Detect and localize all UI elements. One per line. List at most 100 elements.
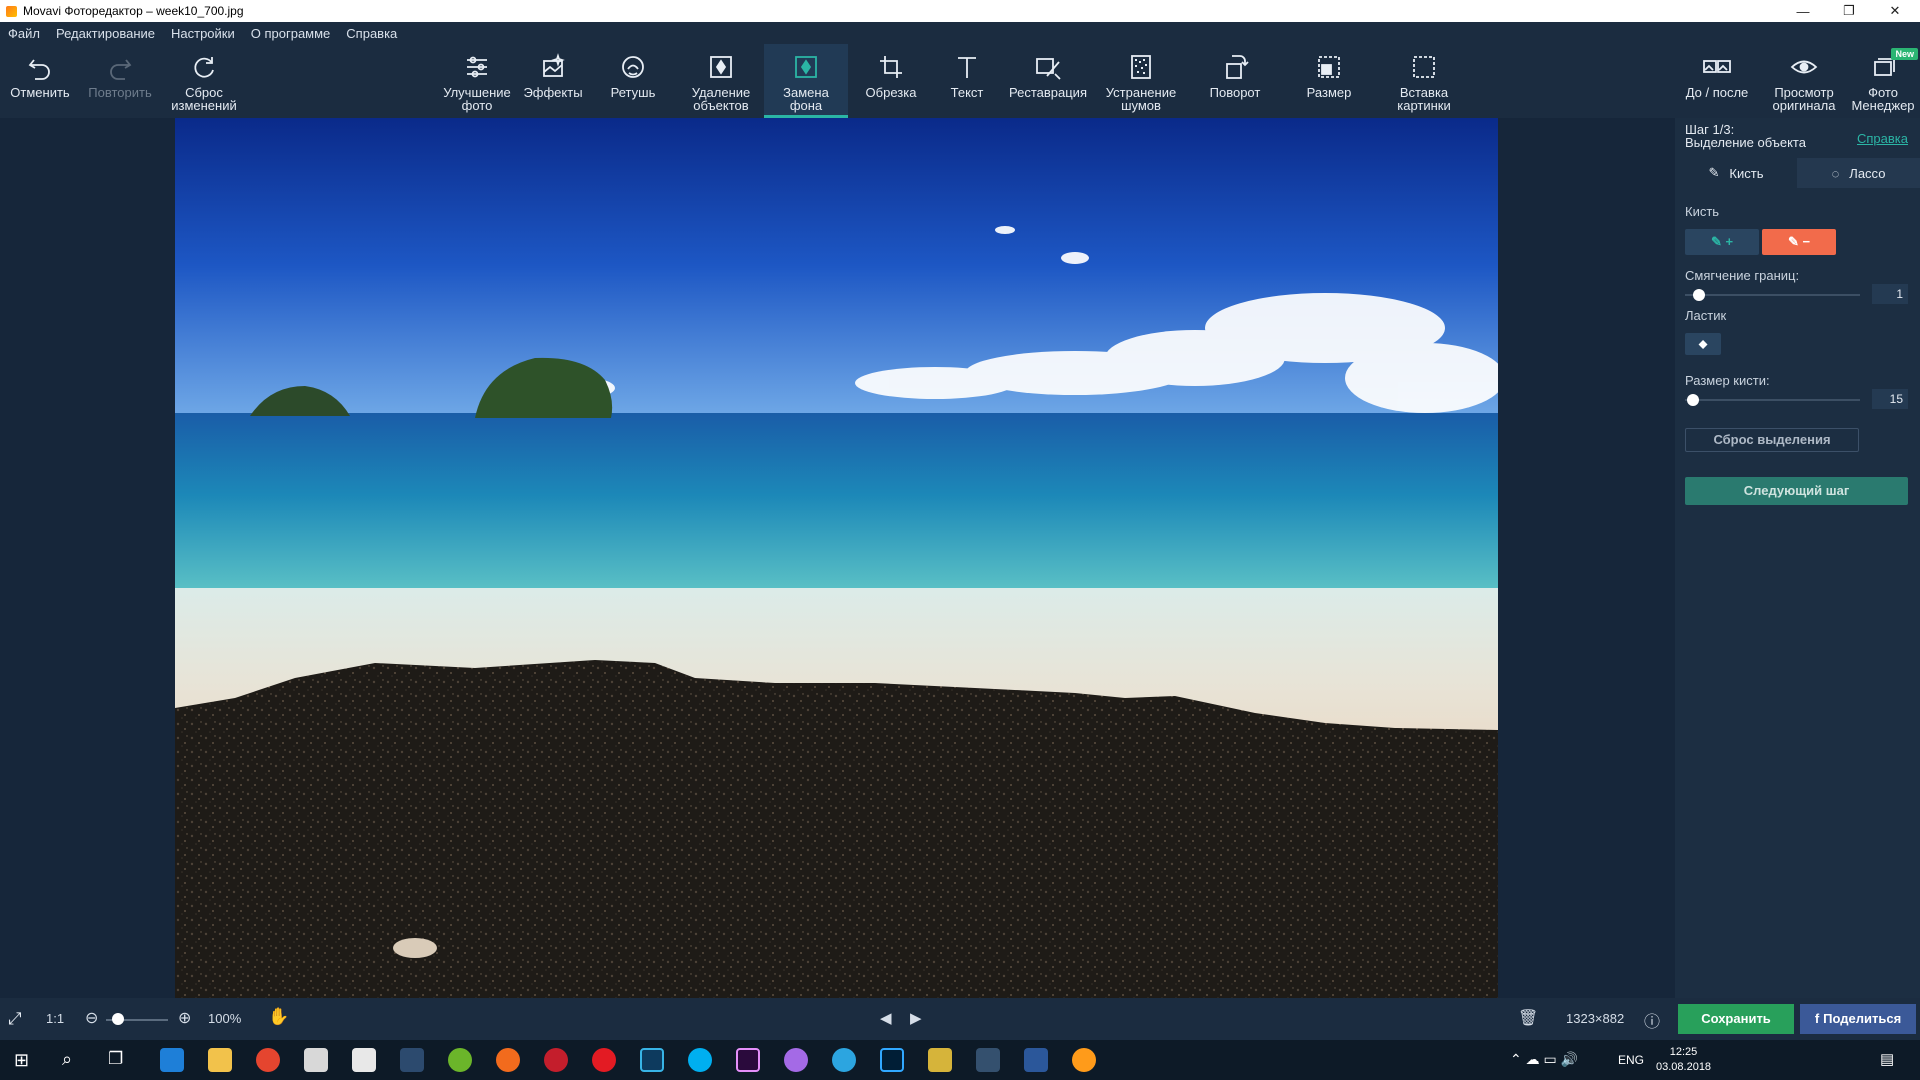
text-icon (958, 57, 976, 78)
reset-changes-button[interactable]: Сброс изменений (164, 44, 244, 118)
crop-icon (880, 56, 902, 78)
info-icon[interactable]: ⓘ (1644, 1008, 1660, 1032)
store-icon[interactable] (304, 1048, 328, 1072)
app-a-icon[interactable] (544, 1048, 568, 1072)
resize-button[interactable]: Размер (1290, 44, 1368, 118)
zoom-out-icon[interactable]: ⊖ (85, 1008, 98, 1028)
fit-to-screen-icon[interactable]: ⤢ (8, 1009, 22, 1029)
skype-icon[interactable] (688, 1048, 712, 1072)
brush-size-slider[interactable] (1685, 399, 1860, 401)
eye-icon (1790, 60, 1818, 74)
photoshop-icon[interactable] (880, 1048, 904, 1072)
view-original-button[interactable]: Просмотр оригинала (1764, 44, 1844, 118)
origin-icon[interactable] (496, 1048, 520, 1072)
photo-manager-label-2: Менеджер (1851, 98, 1915, 113)
reset-selection-button[interactable]: Сброс выделения (1685, 428, 1859, 452)
insert-picture-button[interactable]: Вставка картинки (1380, 44, 1468, 118)
mail-icon[interactable] (352, 1048, 376, 1072)
edge-icon[interactable] (160, 1048, 184, 1072)
zoom-slider-knob[interactable] (112, 1013, 124, 1025)
movavi-taskbar-icon[interactable] (1072, 1048, 1096, 1072)
previous-image-icon[interactable]: ◀ (880, 1009, 892, 1027)
remove-object-icon (710, 56, 732, 78)
crop-button[interactable]: Обрезка (856, 44, 926, 118)
brush-add-button[interactable]: ✎ + (1685, 229, 1759, 255)
menu-about[interactable]: О программе (243, 26, 339, 41)
clock[interactable]: 12:25 03.08.2018 (1656, 1045, 1711, 1075)
menu-bar: Файл Редактирование Настройки О программ… (0, 22, 1920, 44)
actual-size-button[interactable]: 1:1 (46, 1011, 64, 1026)
enhance-label-2: фото (461, 98, 493, 113)
brush-section-label: Кисть (1685, 204, 1720, 219)
menu-help[interactable]: Справка (338, 26, 405, 41)
smoothing-value[interactable]: 1 (1872, 284, 1908, 304)
language-indicator[interactable]: ENG (1618, 1053, 1644, 1067)
smoothing-label: Смягчение границ: (1685, 268, 1800, 283)
notifications-icon[interactable]: ▤ (1880, 1050, 1894, 1068)
tab-brush[interactable]: ✎ Кисть (1675, 158, 1797, 188)
effects-button[interactable]: Эффекты (518, 44, 588, 118)
denoise-button[interactable]: Устранение шумов (1098, 44, 1184, 118)
menu-settings[interactable]: Настройки (163, 26, 243, 41)
trash-icon[interactable]: 🗑 (1518, 1008, 1538, 1028)
chrome-icon[interactable] (256, 1048, 280, 1072)
tab-lasso[interactable]: ◌ Лассо (1797, 158, 1920, 188)
smoothing-slider-knob[interactable] (1693, 289, 1705, 301)
refresh-icon (194, 57, 214, 78)
remove-objects-button[interactable]: Удаление объектов (680, 44, 762, 118)
search-icon[interactable]: ⌕ (62, 1049, 72, 1070)
steam-2-icon[interactable] (976, 1048, 1000, 1072)
redo-button[interactable]: Повторить (84, 44, 156, 118)
help-link[interactable]: Справка (1857, 131, 1908, 146)
telegram-icon[interactable] (832, 1048, 856, 1072)
zoom-in-icon[interactable]: ⊕ (178, 1008, 191, 1028)
step-indicator: Шаг 1/3: Выделение объекта (1685, 123, 1806, 149)
file-explorer-icon[interactable] (208, 1048, 232, 1072)
app-animal-icon[interactable] (928, 1048, 952, 1072)
brush-subtract-button[interactable]: ✎ − (1762, 229, 1836, 255)
image-canvas[interactable] (175, 118, 1498, 998)
rotate-button[interactable]: Поворот (1194, 44, 1276, 118)
resize-icon (1318, 56, 1340, 78)
brush-size-slider-knob[interactable] (1687, 394, 1699, 406)
retouch-button[interactable]: Ретушь (598, 44, 668, 118)
save-button[interactable]: Сохранить (1678, 1004, 1794, 1034)
steam-icon[interactable] (400, 1048, 424, 1072)
maximize-button[interactable]: ❐ (1826, 0, 1872, 22)
menu-file[interactable]: Файл (0, 26, 48, 41)
noise-icon (1131, 55, 1151, 79)
crop-label: Обрезка (865, 85, 917, 100)
next-step-button[interactable]: Следующий шаг (1685, 477, 1908, 505)
tray-icons[interactable]: ⌃ ☁ ▭ 🔊 (1510, 1051, 1578, 1068)
eraser-button[interactable]: ⬥ (1685, 333, 1721, 355)
hand-tool-icon[interactable]: ✋ (268, 1007, 289, 1027)
maps-icon[interactable] (784, 1048, 808, 1072)
undo-button[interactable]: Отменить (4, 44, 76, 118)
menu-edit[interactable]: Редактирование (48, 26, 163, 41)
minimize-button[interactable]: — (1780, 0, 1826, 22)
photo-manager-button[interactable]: New Фото Менеджер (1846, 44, 1920, 118)
utorrent-icon[interactable] (448, 1048, 472, 1072)
before-after-button[interactable]: До / после (1676, 44, 1758, 118)
replace-background-button[interactable]: Замена фона (764, 44, 848, 118)
windows-start-icon[interactable]: ⊞ (14, 1050, 29, 1071)
app-v-icon[interactable] (640, 1048, 664, 1072)
lasso-icon: ◌ (1831, 165, 1840, 181)
opera-icon[interactable] (592, 1048, 616, 1072)
task-view-icon[interactable]: ❐ (108, 1049, 123, 1069)
next-image-icon[interactable]: ▶ (910, 1009, 922, 1027)
premiere-icon[interactable] (736, 1048, 760, 1072)
brush-size-value[interactable]: 15 (1872, 389, 1908, 409)
text-button[interactable]: Текст (934, 44, 1000, 118)
close-button[interactable]: ✕ (1872, 0, 1918, 22)
step-description: Выделение объекта (1685, 135, 1806, 150)
denoise-label-2: шумов (1121, 98, 1161, 113)
rotate-icon (1226, 55, 1249, 79)
share-button[interactable]: f Поделиться (1800, 1004, 1916, 1034)
eraser-icon: ⬥ (1698, 336, 1708, 351)
smoothing-slider[interactable] (1685, 294, 1860, 296)
window-title: Movavi Фоторедактор – week10_700.jpg (23, 4, 244, 18)
word-icon[interactable] (1024, 1048, 1048, 1072)
enhance-photo-button[interactable]: Улучшение фото (436, 44, 518, 118)
restoration-button[interactable]: Реставрация (1002, 44, 1094, 118)
